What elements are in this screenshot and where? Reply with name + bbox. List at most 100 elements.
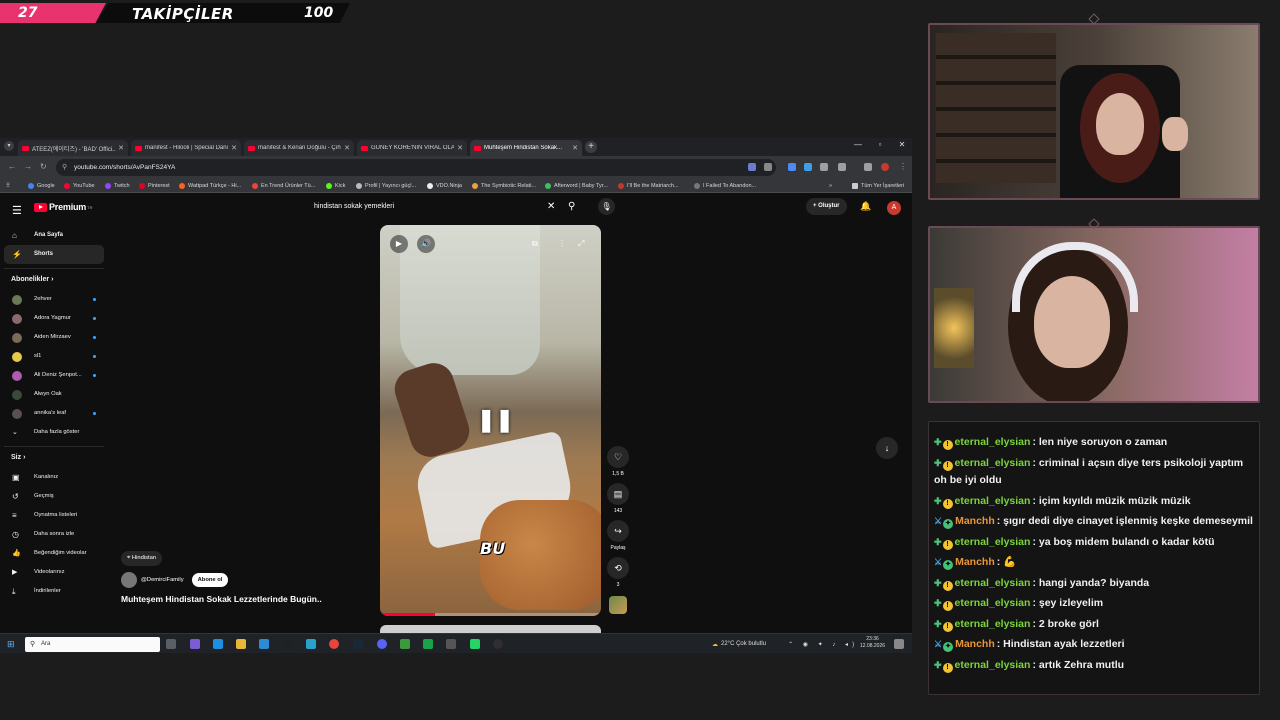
bookmark-item[interactable]: En Trend Ürünler Tü... [252, 183, 315, 189]
notifications-bell-icon[interactable]: 🔔 [860, 201, 871, 212]
bookmark-item[interactable]: Twitch [105, 183, 130, 189]
window-close-icon[interactable]: ✕ [892, 140, 912, 149]
captions-icon[interactable]: ⧉ [532, 239, 538, 249]
taskbar-clock[interactable]: 23:36 12.08.2026 [860, 636, 885, 650]
search-icon[interactable]: ⚲ [568, 201, 575, 212]
bookmark-item[interactable]: VDO.Ninja [427, 183, 462, 189]
edge-icon[interactable] [213, 639, 223, 649]
minimize-icon[interactable]: — [848, 140, 868, 149]
close-tab-icon[interactable]: ✕ [228, 144, 237, 152]
bookmark-item[interactable]: YouTube [64, 183, 95, 189]
bookmark-item[interactable]: Pinterest [139, 183, 170, 189]
browser-tab[interactable]: ATEEZ(에이티즈) - 'BAD' Offici... ✕ [18, 140, 128, 156]
maximize-icon[interactable]: ▫ [870, 140, 890, 149]
bookmark-item[interactable]: I Failed To Abandon... [694, 183, 756, 189]
close-tab-icon[interactable]: ✕ [569, 144, 578, 152]
sidepanel-icon[interactable] [864, 163, 872, 171]
apps-icon[interactable]: ⠿ [6, 183, 10, 189]
chat-username[interactable]: Manchh [955, 638, 995, 650]
volume-icon[interactable]: 🔊 [417, 235, 435, 253]
close-tab-icon[interactable]: ✕ [341, 144, 350, 152]
subscription-item[interactable]: sl1 [4, 347, 104, 366]
sidebar-item-home[interactable]: ⌂ Ana Sayfa [4, 226, 104, 245]
capcut-icon[interactable] [283, 639, 293, 649]
create-button[interactable]: + Oluştur [806, 198, 847, 215]
tray-icons[interactable]: ⌃ ◉ ✦ ♪ ◂) [788, 641, 858, 648]
xbox-icon[interactable] [423, 639, 433, 649]
chat-username[interactable]: eternal_elysian [955, 659, 1031, 671]
bookmark-item[interactable]: Kick [326, 183, 345, 189]
next-video-arrow-icon[interactable]: ↓ [876, 437, 898, 459]
extension-icon[interactable] [804, 163, 812, 171]
task-view-icon[interactable] [166, 639, 176, 649]
chat-username[interactable]: eternal_elysian [955, 495, 1031, 507]
close-tab-icon[interactable]: ✕ [454, 144, 463, 152]
browser-tab[interactable]: manifest - Hilooli | Special Danc... ✕ [131, 140, 241, 156]
subscribe-button[interactable]: Abone ol [191, 573, 229, 587]
url-input[interactable]: ⚲ youtube.com/shorts/AvPanFS24YA [56, 159, 776, 176]
weather-status[interactable]: 22°C Çok bulutlu [721, 641, 766, 647]
profile-icon[interactable] [881, 163, 889, 171]
sidebar-item-playlists[interactable]: ≡ Oynatma listeleri [4, 506, 104, 525]
bookmark-item[interactable]: Afterword | Baby Tyr... [545, 183, 608, 189]
browser-tab[interactable]: GÜNEY KORE'NİN VİRAL OLAN...✕ [357, 140, 467, 156]
chat-username[interactable]: Manchh [955, 556, 995, 568]
microphone-icon[interactable]: 🎙 [598, 198, 615, 215]
chat-username[interactable]: eternal_elysian [955, 618, 1031, 630]
close-tab-icon[interactable]: ✕ [115, 144, 124, 152]
clear-search-icon[interactable]: ✕ [547, 201, 555, 212]
steam-icon[interactable] [353, 639, 363, 649]
copilot-icon[interactable] [190, 639, 200, 649]
all-bookmarks[interactable]: Tüm Yer İşaretleri [852, 183, 904, 189]
minecraft-icon[interactable] [400, 639, 410, 649]
bookmark-item[interactable]: I'll Be the Matriarch... [618, 183, 679, 189]
chrome-icon[interactable] [329, 639, 339, 649]
whatsapp-icon[interactable] [470, 639, 480, 649]
obs-icon[interactable] [493, 639, 503, 649]
bookmark-star-icon[interactable] [764, 163, 772, 171]
video-title[interactable]: Muhteşem Hindistan Sokak Lezzetlerinde B… [121, 594, 322, 604]
windows-start-icon[interactable]: ⊞ [7, 639, 15, 650]
bookmarks-overflow-icon[interactable]: » [829, 183, 832, 189]
share-button[interactable]: ↪ [607, 520, 629, 542]
sidebar-item-your-videos[interactable]: ▶ Videolarınız [4, 563, 104, 582]
sidebar-item-liked-videos[interactable]: 👍 Beğendiğim videolar [4, 544, 104, 563]
extension-icon[interactable] [788, 163, 796, 171]
like-button[interactable]: ♡ [607, 446, 629, 468]
comments-button[interactable]: ▤ [607, 483, 629, 505]
subscription-item[interactable]: Alwyn Oak [4, 385, 104, 404]
back-icon[interactable]: ← [8, 162, 16, 171]
tab-search-icon[interactable]: ▾ [4, 141, 14, 151]
pause-icon[interactable]: ❚❚ [477, 407, 514, 433]
subscription-item[interactable]: 2ehver [4, 290, 104, 309]
chat-username[interactable]: Manchh [955, 515, 995, 527]
chat-username[interactable]: eternal_elysian [955, 597, 1031, 609]
browser-tab-active[interactable]: Muhteşem Hindistan Sokak... ✕ [470, 140, 582, 156]
youtube-premium-logo[interactable]: Premium TR [34, 202, 92, 212]
subscription-item[interactable]: Aiden Mirzaev [4, 328, 104, 347]
forward-icon[interactable]: → [24, 162, 32, 171]
chat-username[interactable]: eternal_elysian [955, 577, 1031, 589]
sound-thumbnail[interactable] [609, 596, 627, 614]
channel-avatar[interactable] [121, 572, 137, 588]
sidebar-item-downloads[interactable]: ⤓ İndirilenler [4, 582, 104, 601]
subscription-item[interactable]: Ali Deniz Şenpot... [4, 366, 104, 385]
account-avatar[interactable]: A [887, 201, 901, 215]
chat-username[interactable]: eternal_elysian [955, 436, 1031, 448]
bookmark-item[interactable]: Profil | Yayıncı güçl... [356, 183, 416, 189]
subscription-item[interactable]: annika's leaf [4, 404, 104, 423]
browser-menu-icon[interactable]: ⋮ [899, 162, 907, 171]
sidebar-item-history[interactable]: ↺ Geçmiş [4, 487, 104, 506]
you-header[interactable]: Siz › [4, 446, 104, 468]
shorts-video-player[interactable]: ▶ 🔊 ⧉ ⋮ ⤢ ❚❚ BU [380, 225, 601, 616]
remix-button[interactable]: ⟲ [607, 557, 629, 579]
browser-tab[interactable]: manifest & Kenan Doğulu - Çıh... ✕ [244, 140, 354, 156]
location-tag[interactable]: ⌖ Hindistan [121, 551, 163, 566]
site-info-icon[interactable]: ⚲ [62, 159, 67, 176]
chat-username[interactable]: eternal_elysian [955, 457, 1031, 469]
extension-icon[interactable] [748, 163, 756, 171]
bookmark-item[interactable]: The Symbiotic Relati... [472, 183, 536, 189]
extension-icon[interactable] [820, 163, 828, 171]
sidebar-item-your-channel[interactable]: ▣ Kanalınız [4, 468, 104, 487]
play-icon[interactable]: ▶ [390, 235, 408, 253]
